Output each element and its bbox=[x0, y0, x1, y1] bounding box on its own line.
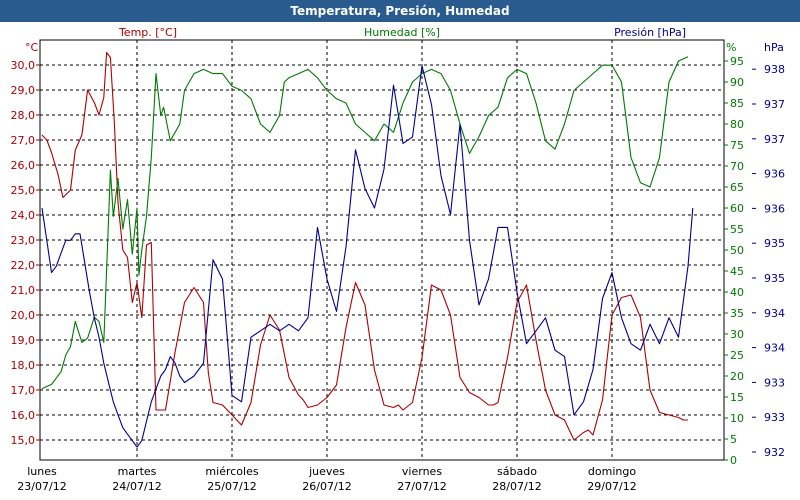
temp-tick-label: 18,0 bbox=[11, 359, 36, 372]
pressure-tick-label: 934 bbox=[764, 307, 785, 320]
pressure-axis-unit: hPa bbox=[764, 41, 784, 54]
x-date-label: 24/07/12 bbox=[112, 480, 161, 493]
humidity-axis-unit: % bbox=[726, 41, 736, 54]
humidity-tick-label: 40 bbox=[730, 286, 744, 299]
temp-tick-label: 22,0 bbox=[11, 259, 36, 272]
pressure-tick-label: 936 bbox=[764, 168, 785, 181]
temp-tick-label: 19,0 bbox=[11, 334, 36, 347]
humidity-axis-label: Humedad [%] bbox=[364, 26, 440, 39]
humidity-tick-label: 30 bbox=[730, 328, 744, 341]
humidity-tick-label: 25 bbox=[730, 349, 744, 362]
x-axis-ticks: lunes 23/07/12 martes 24/07/12 miércoles 25/0… bbox=[17, 465, 636, 493]
humidity-tick-label: 80 bbox=[730, 118, 744, 131]
temp-tick-label: 24,0 bbox=[11, 209, 36, 222]
humidity-tick-label: 70 bbox=[730, 160, 744, 173]
x-date-label: 27/07/12 bbox=[397, 480, 446, 493]
temp-tick-label: 17,0 bbox=[11, 384, 36, 397]
temp-tick-label: 16,0 bbox=[11, 409, 36, 422]
temp-tick-label: 27,0 bbox=[11, 134, 36, 147]
temp-tick-label: 28,0 bbox=[11, 109, 36, 122]
humidity-tick-label: 0 bbox=[730, 454, 737, 467]
humidity-tick-label: 35 bbox=[730, 307, 744, 320]
humidity-tick-label: 95 bbox=[730, 55, 744, 68]
humidity-tick-label: 45 bbox=[730, 265, 744, 278]
x-day-label: lunes bbox=[27, 465, 57, 478]
x-date-label: 25/07/12 bbox=[207, 480, 256, 493]
humidity-tick-label: 65 bbox=[730, 181, 744, 194]
window-title-bar: Temperatura, Presión, Humedad bbox=[0, 0, 800, 22]
temp-tick-label: 30,0 bbox=[11, 59, 36, 72]
humidity-axis-ticks: 0 5 10 15 20 25 30 35 40 45 50 55 60 65 70 75 80 85 90 95 bbox=[724, 55, 744, 467]
humidity-tick-label: 85 bbox=[730, 97, 744, 110]
temp-tick-label: 15,0 bbox=[11, 434, 36, 447]
temp-tick-label: 21,0 bbox=[11, 284, 36, 297]
x-day-label: viernes bbox=[402, 465, 442, 478]
temp-tick-label: 23,0 bbox=[11, 234, 36, 247]
pressure-axis-label: Presión [hPa] bbox=[614, 26, 686, 39]
x-day-label: miércoles bbox=[205, 465, 258, 478]
x-day-label: domingo bbox=[588, 465, 636, 478]
pressure-tick-label: 932 bbox=[764, 446, 785, 459]
weather-chart: 15,0 16,0 17,0 18,0 19,0 20,0 21,0 22,0 23,0 24,0… bbox=[11, 26, 786, 493]
pressure-tick-label: 936 bbox=[764, 202, 785, 215]
humidity-tick-label: 15 bbox=[730, 391, 744, 404]
temp-axis-unit: °C bbox=[25, 41, 39, 54]
temp-axis-ticks: 15,0 16,0 17,0 18,0 19,0 20,0 21,0 22,0 23,0 24,0… bbox=[11, 59, 40, 447]
pressure-tick-label: 938 bbox=[764, 63, 785, 76]
pressure-tick-label: 937 bbox=[764, 98, 785, 111]
humidity-tick-label: 10 bbox=[730, 412, 744, 425]
x-date-label: 26/07/12 bbox=[302, 480, 351, 493]
humidity-tick-label: 5 bbox=[730, 433, 737, 446]
x-date-label: 23/07/12 bbox=[17, 480, 66, 493]
pressure-tick-label: 935 bbox=[764, 272, 785, 285]
humidity-tick-label: 50 bbox=[730, 244, 744, 257]
humidity-tick-label: 90 bbox=[730, 76, 744, 89]
temp-tick-label: 26,0 bbox=[11, 159, 36, 172]
pressure-axis-ticks: 932 933 933 934 934 935 935 936 936 937 937 938 bbox=[752, 63, 785, 459]
x-day-label: martes bbox=[118, 465, 157, 478]
pressure-tick-label: 933 bbox=[764, 376, 785, 389]
x-date-label: 29/07/12 bbox=[587, 480, 636, 493]
pressure-tick-label: 934 bbox=[764, 342, 785, 355]
temp-tick-label: 20,0 bbox=[11, 309, 36, 322]
pressure-tick-label: 933 bbox=[764, 411, 785, 424]
pressure-tick-label: 935 bbox=[764, 237, 785, 250]
humidity-tick-label: 55 bbox=[730, 223, 744, 236]
humidity-tick-label: 20 bbox=[730, 370, 744, 383]
x-day-label: sábado bbox=[497, 465, 537, 478]
pressure-tick-label: 937 bbox=[764, 133, 785, 146]
temp-axis-label: Temp. [°C] bbox=[118, 26, 177, 39]
window-title: Temperatura, Presión, Humedad bbox=[290, 4, 510, 18]
humidity-tick-label: 60 bbox=[730, 202, 744, 215]
x-date-label: 28/07/12 bbox=[492, 480, 541, 493]
x-day-label: jueves bbox=[308, 465, 345, 478]
temp-tick-label: 25,0 bbox=[11, 184, 36, 197]
humidity-tick-label: 75 bbox=[730, 139, 744, 152]
temp-tick-label: 29,0 bbox=[11, 84, 36, 97]
